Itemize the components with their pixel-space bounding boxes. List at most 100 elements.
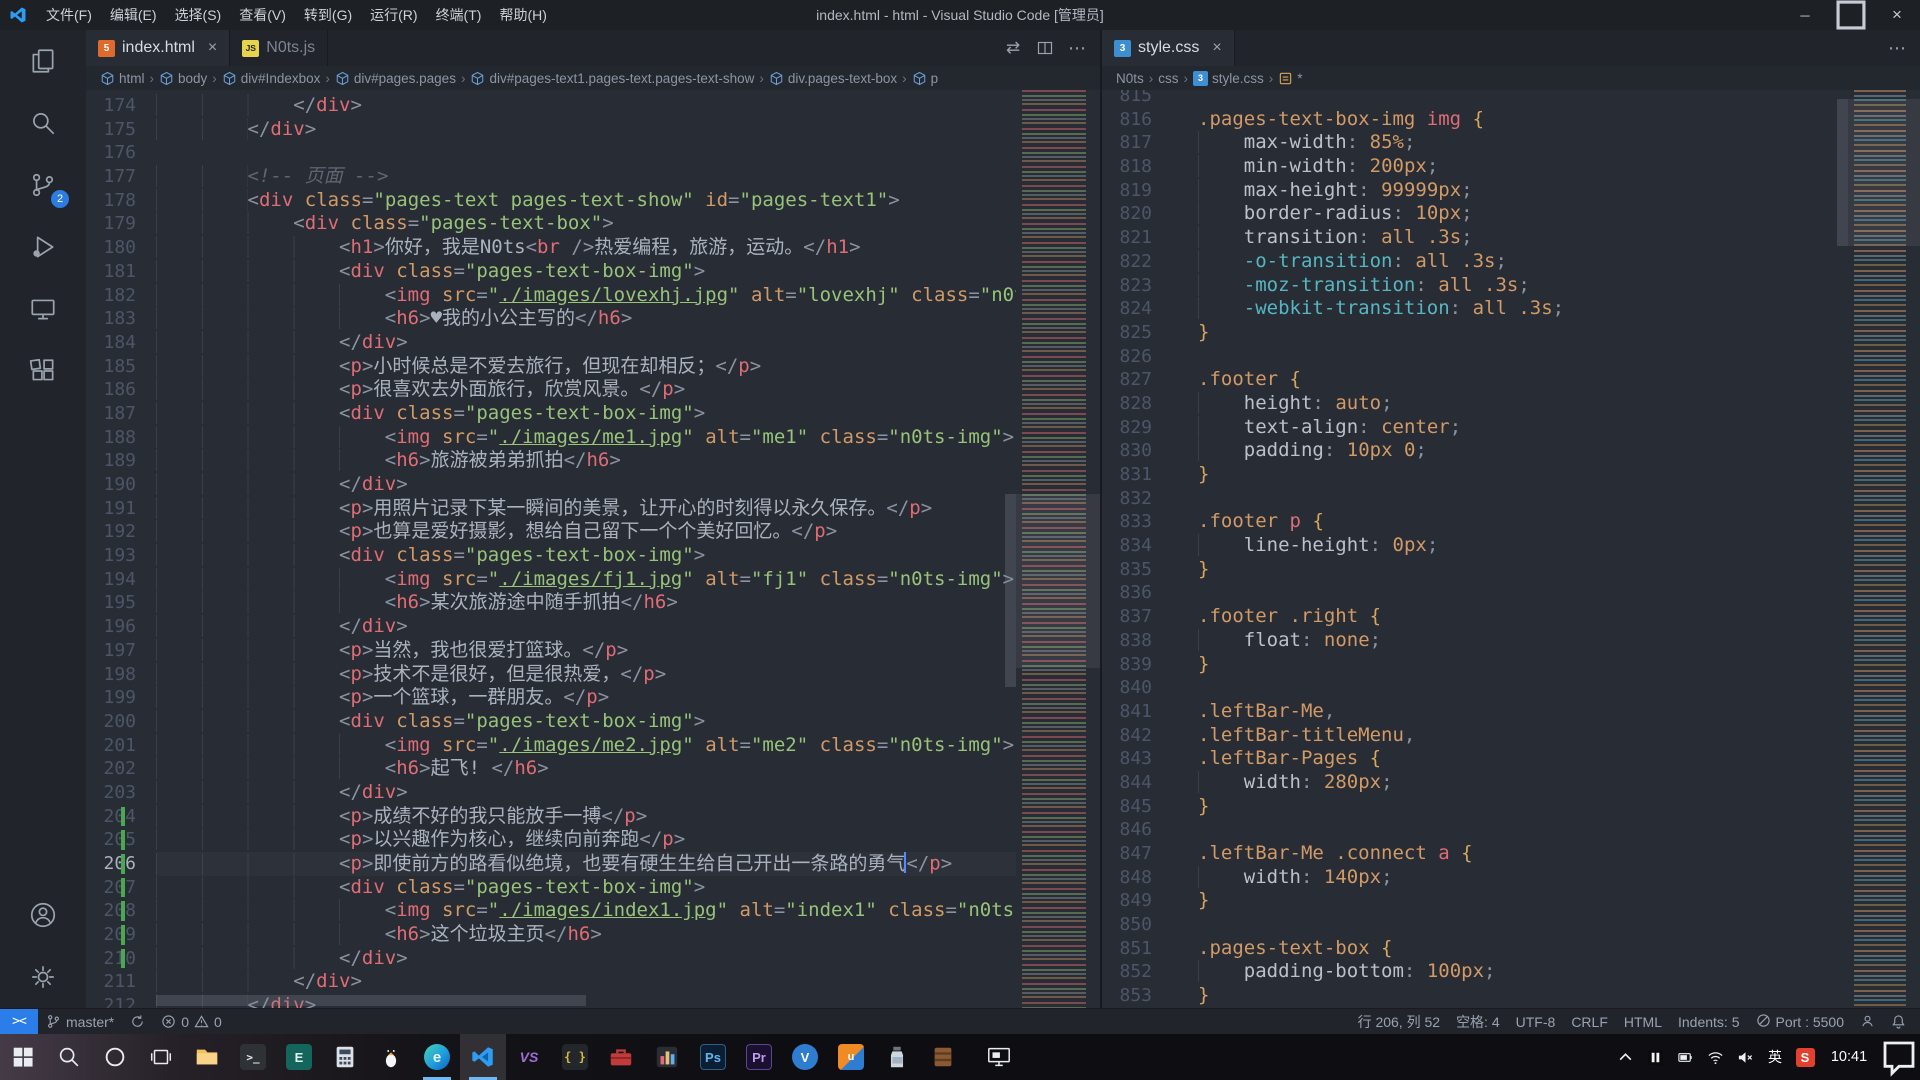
code-line-826[interactable] <box>1198 345 1848 369</box>
menu-goto[interactable]: 转到(G) <box>295 0 361 30</box>
code-line-817[interactable]: max-width: 85%; <box>1198 131 1848 155</box>
snip-tool-app[interactable]: { } <box>552 1034 598 1080</box>
minimap-slider[interactable] <box>1016 494 1100 668</box>
tab-N0ts.js[interactable]: JSN0ts.js <box>230 30 328 66</box>
menu-edit[interactable]: 编辑(E) <box>101 0 166 30</box>
vscode-app[interactable] <box>460 1034 506 1080</box>
code-line-845[interactable]: } <box>1198 795 1848 819</box>
code-line-209[interactable]: <h6>这个垃圾主页</h6> <box>156 923 1016 947</box>
code-line-833[interactable]: .footer p { <box>1198 510 1848 534</box>
code-line-853[interactable]: } <box>1198 984 1848 1008</box>
breadcrumb-item[interactable]: div#pages-text1.pages-text.pages-text-sh… <box>470 71 754 86</box>
status-indents[interactable]: Indents: 5 <box>1670 1009 1748 1034</box>
code-line-190[interactable]: </div> <box>156 473 1016 497</box>
code-line-829[interactable]: text-align: center; <box>1198 416 1848 440</box>
code-line-848[interactable]: width: 140px; <box>1198 866 1848 890</box>
menu-terminal[interactable]: 终端(T) <box>427 0 491 30</box>
code-line-825[interactable]: } <box>1198 321 1848 345</box>
code-line-205[interactable]: <p>以兴趣作为核心，继续向前奔跑</p> <box>156 828 1016 852</box>
open-changes-icon[interactable]: ⇄ <box>1000 35 1026 61</box>
code-line-188[interactable]: <img src="./images/me1.jpg" alt="me1" cl… <box>156 426 1016 450</box>
menu-help[interactable]: 帮助(H) <box>490 0 555 30</box>
maximize-button[interactable] <box>1828 0 1874 30</box>
code-line-815[interactable] <box>1198 90 1848 108</box>
code-line-177[interactable]: <!-- 页面 --> <box>156 165 1016 189</box>
tray-ime[interactable]: 英 <box>1760 1034 1790 1080</box>
code-line-185[interactable]: <p>小时候总是不爱去旅行，但现在却相反；</p> <box>156 355 1016 379</box>
terminal-app[interactable]: >_ <box>230 1034 276 1080</box>
tab-style.css[interactable]: 3style.css× <box>1102 30 1235 66</box>
problems-status[interactable]: 0 0 <box>153 1009 230 1034</box>
code-line-178[interactable]: <div class="pages-text pages-text-show" … <box>156 189 1016 213</box>
breadcrumb-item[interactable]: css <box>1158 71 1178 86</box>
search-button[interactable] <box>46 1034 92 1080</box>
code-line-196[interactable]: </div> <box>156 615 1016 639</box>
code-line-192[interactable]: <p>也算是爱好摄影，想给自己留下一个个美好回忆。</p> <box>156 520 1016 544</box>
code-line-201[interactable]: <img src="./images/me2.jpg" alt="me2" cl… <box>156 734 1016 758</box>
status-language-mode[interactable]: HTML <box>1616 1009 1670 1034</box>
status-indentation[interactable]: 空格: 4 <box>1448 1009 1508 1034</box>
code-line-210[interactable]: </div> <box>156 947 1016 971</box>
split-editor-icon[interactable] <box>1032 35 1058 61</box>
code-line-818[interactable]: min-width: 200px; <box>1198 155 1848 179</box>
breadcrumb-item[interactable]: N0ts <box>1116 71 1144 86</box>
tray-network[interactable] <box>1700 1034 1730 1080</box>
more-actions-icon[interactable]: ⋯ <box>1884 35 1910 61</box>
code-line-822[interactable]: -o-transition: all .3s; <box>1198 250 1848 274</box>
cortana-button[interactable] <box>92 1034 138 1080</box>
status-eol-sequence[interactable]: CRLF <box>1563 1009 1616 1034</box>
code-line-189[interactable]: <h6>旅游被弟弟抓拍</h6> <box>156 449 1016 473</box>
tray-sogou[interactable]: S <box>1790 1034 1820 1080</box>
qq-app[interactable] <box>368 1034 414 1080</box>
status-live-server-port[interactable]: Port : 5500 <box>1748 1009 1853 1034</box>
edge-browser-app[interactable]: e <box>414 1034 460 1080</box>
code-line-197[interactable]: <p>当然，我也很爱打篮球。</p> <box>156 639 1016 663</box>
vertical-scrollbar[interactable] <box>1837 99 1848 246</box>
code-line-186[interactable]: <p>很喜欢去外面旅行，欣赏风景。</p> <box>156 378 1016 402</box>
code-line-836[interactable] <box>1198 581 1848 605</box>
code-line-819[interactable]: max-height: 99999px; <box>1198 179 1848 203</box>
code-area[interactable]: .pages-text-box-img img { max-width: 85%… <box>1172 90 1848 1008</box>
code-area[interactable]: </div> </div> <!-- 页面 --> <div class="pa… <box>156 90 1016 1008</box>
code-line-840[interactable] <box>1198 676 1848 700</box>
v-app[interactable]: V <box>782 1034 828 1080</box>
minimize-button[interactable]: ─ <box>1782 0 1828 30</box>
code-line-823[interactable]: -moz-transition: all .3s; <box>1198 274 1848 298</box>
code-line-180[interactable]: <h1>你好，我是N0ts<br />热爱编程，旅游，运动。</h1> <box>156 236 1016 260</box>
premiere-app[interactable]: Pr <box>736 1034 782 1080</box>
visual-studio-app[interactable]: VS <box>506 1034 552 1080</box>
menu-run[interactable]: 运行(R) <box>361 0 426 30</box>
code-line-199[interactable]: <p>一个篮球，一群朋友。</p> <box>156 686 1016 710</box>
sync-status[interactable] <box>122 1009 153 1034</box>
code-line-852[interactable]: padding-bottom: 100px; <box>1198 960 1848 984</box>
code-line-846[interactable] <box>1198 818 1848 842</box>
photoshop-app[interactable]: Ps <box>690 1034 736 1080</box>
breadcrumb-item[interactable]: p <box>912 71 939 86</box>
close-tab-icon[interactable]: × <box>208 39 217 57</box>
minimap[interactable] <box>1016 90 1100 1008</box>
activity-run-debug[interactable] <box>0 216 86 278</box>
code-line-208[interactable]: <img src="./images/index1.jpg" alt="inde… <box>156 899 1016 923</box>
code-line-824[interactable]: -webkit-transition: all .3s; <box>1198 297 1848 321</box>
code-line-842[interactable]: .leftBar-titleMenu, <box>1198 724 1848 748</box>
code-line-195[interactable]: <h6>某次旅游途中随手抓拍</h6> <box>156 591 1016 615</box>
code-line-831[interactable]: } <box>1198 463 1848 487</box>
orange-app[interactable]: u <box>828 1034 874 1080</box>
breadcrumb-item[interactable]: body <box>159 71 207 86</box>
breadcrumb-item[interactable]: div#Indexbox <box>222 71 321 86</box>
tray-app[interactable] <box>1640 1034 1670 1080</box>
menu-file[interactable]: 文件(F) <box>37 0 101 30</box>
code-line-847[interactable]: .leftBar-Me .connect a { <box>1198 842 1848 866</box>
close-button[interactable]: × <box>1874 0 1920 30</box>
activity-remote-explorer[interactable] <box>0 278 86 340</box>
code-line-838[interactable]: float: none; <box>1198 629 1848 653</box>
notification-center-button[interactable] <box>1878 1034 1920 1080</box>
horizontal-scrollbar[interactable] <box>156 995 586 1006</box>
status-cursor-position[interactable]: 行 206, 列 52 <box>1350 1009 1449 1034</box>
code-line-176[interactable] <box>156 141 1016 165</box>
tray-battery[interactable] <box>1670 1034 1700 1080</box>
code-line-203[interactable]: </div> <box>156 781 1016 805</box>
activity-source-control[interactable]: 2 <box>0 154 86 216</box>
code-line-191[interactable]: <p>用照片记录下某一瞬间的美景，让开心的时刻得以永久保存。</p> <box>156 497 1016 521</box>
breadcrumb-item[interactable]: 3style.css <box>1193 71 1264 86</box>
